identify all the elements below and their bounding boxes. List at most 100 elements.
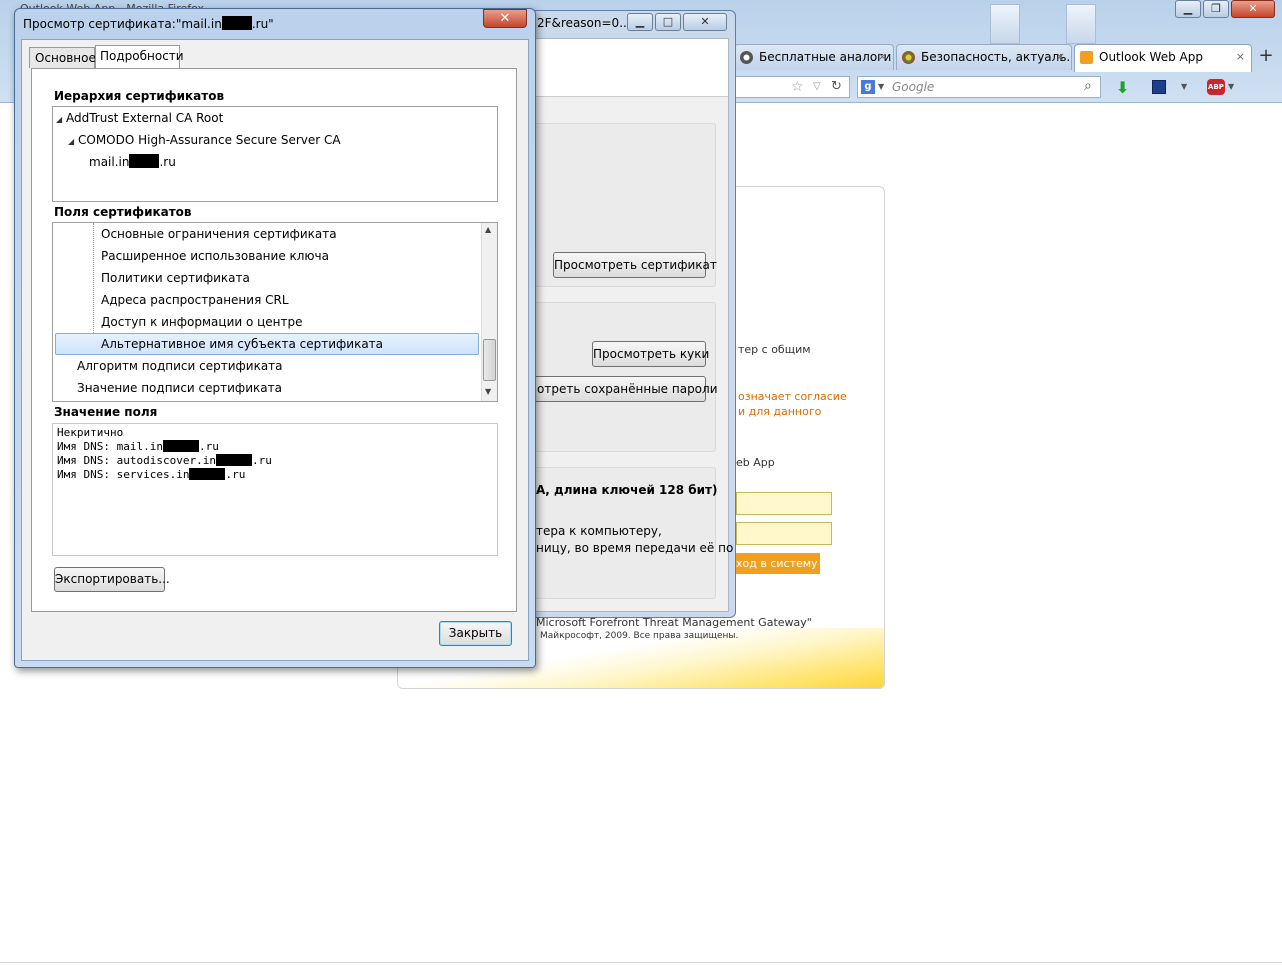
bookmark-star-icon[interactable]: ☆	[791, 79, 804, 95]
password-field[interactable]	[736, 522, 832, 545]
search-icon[interactable]: ⌕	[1084, 78, 1092, 94]
value-text: Имя DNS: autodiscover.in	[57, 454, 216, 467]
certificate-viewer-window: Просмотр сертификата:"mail.in .ru" ✕ Осно…	[14, 8, 536, 668]
field-item-selected[interactable]: Альтернативное имя субъекта сертификата	[101, 333, 383, 355]
view-certificate-button[interactable]: Просмотреть сертификат	[553, 252, 717, 278]
details-tab-panel: Иерархия сертификатов ◢ AddTrust External…	[31, 68, 517, 612]
page-info-title: 2F&reason=0...	[537, 16, 631, 30]
vertical-scrollbar[interactable]: ▲ ▼	[481, 223, 497, 401]
value-line: Имя DNS: services.in .ru	[57, 468, 245, 482]
document-icon	[1066, 4, 1096, 44]
tab-security[interactable]: Безопасность, актуаль... ×	[896, 44, 1072, 70]
minimize-button[interactable]: ▁	[627, 13, 653, 31]
scrollbar-thumb[interactable]	[483, 339, 496, 381]
tab-analogs[interactable]: Бесплатные аналоги п... ×	[734, 44, 894, 70]
page-info-toolbar	[534, 39, 728, 97]
value-label: Значение поля	[54, 405, 158, 419]
minimize-button[interactable]: ▁	[1175, 0, 1201, 18]
maximize-button[interactable]: □	[655, 13, 681, 31]
close-button[interactable]: Закрыть	[439, 621, 512, 646]
redacted-block	[189, 468, 226, 480]
search-placeholder: Google	[892, 80, 935, 94]
field-item[interactable]: Расширенное использование ключа	[101, 245, 329, 267]
fields-tree[interactable]: Основные ограничения сертификата Расшире…	[52, 222, 498, 402]
expanded-triangle-icon[interactable]: ◢	[56, 109, 66, 131]
document-icon	[990, 4, 1020, 44]
site-favicon-icon	[902, 51, 915, 64]
value-text: Имя DNS: services.in	[57, 468, 190, 481]
field-item[interactable]: Основные ограничения сертификата	[101, 223, 337, 245]
tab-details[interactable]: Подробности	[95, 45, 184, 69]
site-favicon-icon	[740, 51, 753, 64]
dropdown-arrow-icon[interactable]: ▽	[813, 81, 821, 92]
tab-label: Outlook Web App	[1099, 50, 1203, 64]
restore-button[interactable]: ❐	[1203, 0, 1229, 18]
redacted-block	[162, 440, 199, 452]
field-item[interactable]: Доступ к информации о центре	[101, 311, 303, 333]
tab-label: Бесплатные аналоги п...	[759, 50, 893, 64]
view-passwords-button[interactable]: мотреть сохранённые пароли	[528, 376, 718, 402]
chevron-down-icon[interactable]: ▼	[878, 82, 884, 91]
dialog-title: Просмотр сертификата:"mail.in .ru"	[23, 16, 274, 31]
adblock-icon[interactable]: ABP	[1207, 79, 1225, 95]
owa-text: eb App	[736, 456, 775, 469]
dialog-close-button[interactable]: ✕	[483, 9, 527, 28]
login-button[interactable]: ход в систему	[732, 553, 820, 574]
tab-close-icon[interactable]: ×	[878, 50, 887, 63]
new-tab-button[interactable]: +	[1255, 46, 1277, 68]
save-icon[interactable]	[1152, 80, 1166, 94]
title-suffix: .ru"	[251, 17, 274, 31]
close-button[interactable]: ✕	[683, 13, 727, 31]
owa-text: тер с общим	[738, 343, 811, 356]
value-text: Имя DNS: mail.in	[57, 440, 163, 453]
value-text: .ru	[251, 454, 272, 467]
download-icon[interactable]: ⬇	[1116, 78, 1129, 97]
redacted-block	[129, 154, 160, 168]
redacted-block	[215, 454, 252, 466]
value-line: Некритично	[57, 426, 124, 439]
tab-general[interactable]: Основное	[29, 47, 96, 68]
hierarchy-label: Иерархия сертификатов	[54, 89, 225, 103]
value-text: .ru	[225, 468, 246, 481]
redacted-block	[221, 16, 252, 30]
tree-item-root[interactable]: ◢ AddTrust External CA Root	[56, 107, 223, 129]
search-input[interactable]: g ▼ Google ⌕	[857, 76, 1101, 98]
window-close-button[interactable]: ✕	[1231, 0, 1275, 18]
encryption-text: тера к компьютеру,	[536, 524, 662, 538]
divider	[0, 962, 1282, 963]
owa-warning: и для данного	[738, 405, 822, 418]
username-field[interactable]	[736, 492, 832, 515]
export-button[interactable]: Экспортировать...	[54, 567, 170, 592]
chevron-down-icon[interactable]: ▼	[1228, 82, 1234, 91]
value-line: Имя DNS: autodiscover.in .ru	[57, 454, 272, 468]
field-item[interactable]: Значение подписи сертификата	[77, 377, 282, 399]
title-prefix: Просмотр сертификата:"mail.in	[23, 17, 222, 31]
view-cookies-button[interactable]: Просмотреть куки	[592, 341, 709, 367]
field-item[interactable]: Алгоритм подписи сертификата	[77, 355, 283, 377]
chevron-down-icon[interactable]: ▼	[1181, 82, 1187, 91]
tree-item-label: COMODO High-Assurance Secure Server CA	[78, 133, 341, 147]
expanded-triangle-icon[interactable]: ◢	[68, 131, 78, 153]
tab-outlook[interactable]: Outlook Web App ×	[1074, 44, 1252, 72]
outlook-icon	[1080, 51, 1093, 64]
tab-close-icon[interactable]: ×	[1056, 50, 1065, 63]
encryption-text: ницу, во время передачи её по	[536, 541, 734, 555]
tab-close-icon[interactable]: ×	[1236, 50, 1245, 63]
tree-item-leaf[interactable]: mail.in .ru	[89, 151, 176, 173]
tab-label: Безопасность, актуаль...	[921, 50, 1072, 64]
hierarchy-tree[interactable]: ◢ AddTrust External CA Root ◢ COMODO High-…	[52, 106, 498, 202]
tree-item-label: AddTrust External CA Root	[66, 111, 224, 125]
google-icon[interactable]: g	[861, 80, 875, 94]
fields-label: Поля сертификатов	[54, 205, 192, 219]
scroll-up-icon[interactable]: ▲	[485, 225, 491, 234]
tree-item-intermediate[interactable]: ◢ COMODO High-Assurance Secure Server CA	[68, 129, 341, 151]
owa-copyright: Майкрософт, 2009. Все права защищены.	[540, 631, 739, 641]
reload-icon[interactable]: ↻	[831, 79, 842, 94]
field-value-box[interactable]: Некритично Имя DNS: mail.in .ru Имя DNS: …	[52, 423, 498, 556]
field-item[interactable]: Адреса распространения CRL	[101, 289, 289, 311]
field-item[interactable]: Политики сертификата	[101, 267, 250, 289]
value-text: .ru	[198, 440, 219, 453]
cipher-info: А, длина ключей 128 бит)	[536, 483, 718, 497]
scroll-down-icon[interactable]: ▼	[485, 387, 491, 396]
tree-item-suffix: .ru	[159, 155, 176, 169]
